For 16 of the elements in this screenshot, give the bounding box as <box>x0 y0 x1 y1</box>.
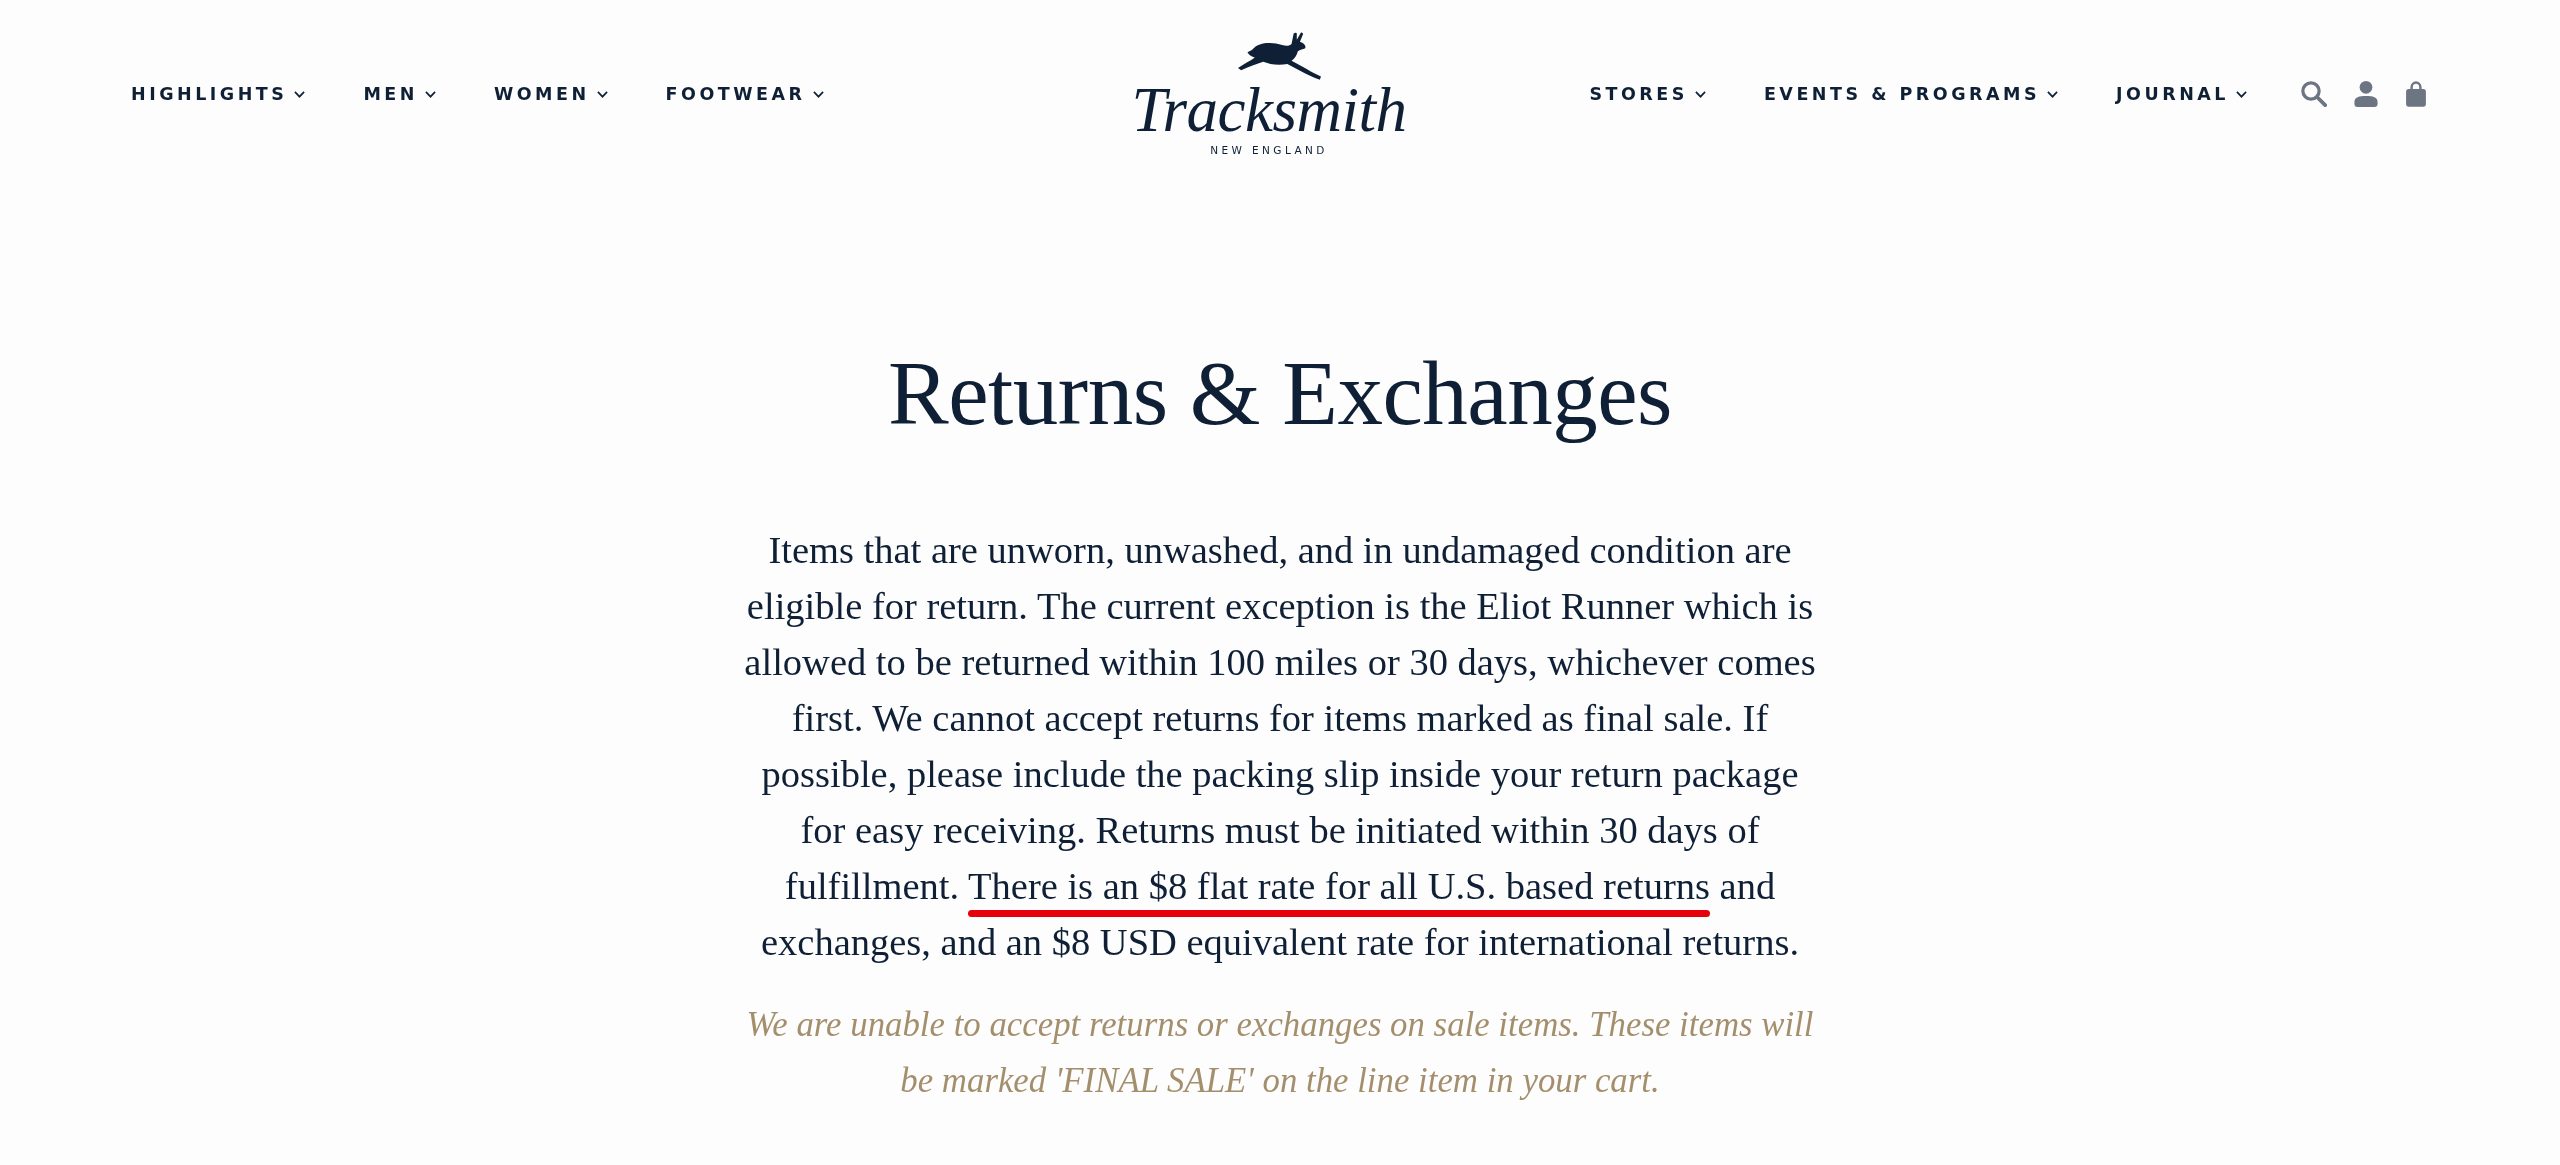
search-icon[interactable] <box>2301 81 2327 107</box>
account-icon[interactable] <box>2353 81 2379 107</box>
nav-menu-item[interactable]: WOMEN <box>493 83 608 105</box>
nav-menu-item[interactable]: STORES <box>1589 83 1706 105</box>
hare-icon <box>1238 31 1322 80</box>
sale-note: We are unable to accept returns or exchanges on sale items. These items will be marked 'FINAL SALE' on the line item in your cart. <box>745 1004 1815 1102</box>
page-title: Returns & Exchanges <box>886 342 1673 446</box>
shopping-bag-icon[interactable] <box>2405 81 2427 107</box>
policy-paragraph: Items that are unworn, unwashed, and in undamaged condition are eligible for return. The current exception is the Eliot Runner which is allowed to be returned within 100 miles or 30 days, whichever comes first. We cannot accept returns for items marked as final sale. If possible, please include the packing slip inside your return package for easy receiving. Returns must be initiated within 30 days of fulfillment. There is an $8 flat rate for all U.S. based returns and exchanges, and an $8 USD equivalent rate for international returns. <box>743 528 1817 965</box>
nav-menu-item[interactable]: HIGHLIGHTS <box>131 83 306 105</box>
brand-tagline: NEW ENGLAND <box>1210 142 1328 157</box>
nav-menu-item[interactable]: EVENTS & PROGRAMS <box>1763 83 2059 105</box>
nav-menu-item[interactable]: MEN <box>363 83 436 105</box>
nav-menu-item[interactable]: FOOTWEAR <box>665 83 824 105</box>
brand-wordmark[interactable]: Tracksmith <box>1131 78 1407 141</box>
nav-menu-item[interactable]: JOURNAL <box>2116 83 2247 105</box>
